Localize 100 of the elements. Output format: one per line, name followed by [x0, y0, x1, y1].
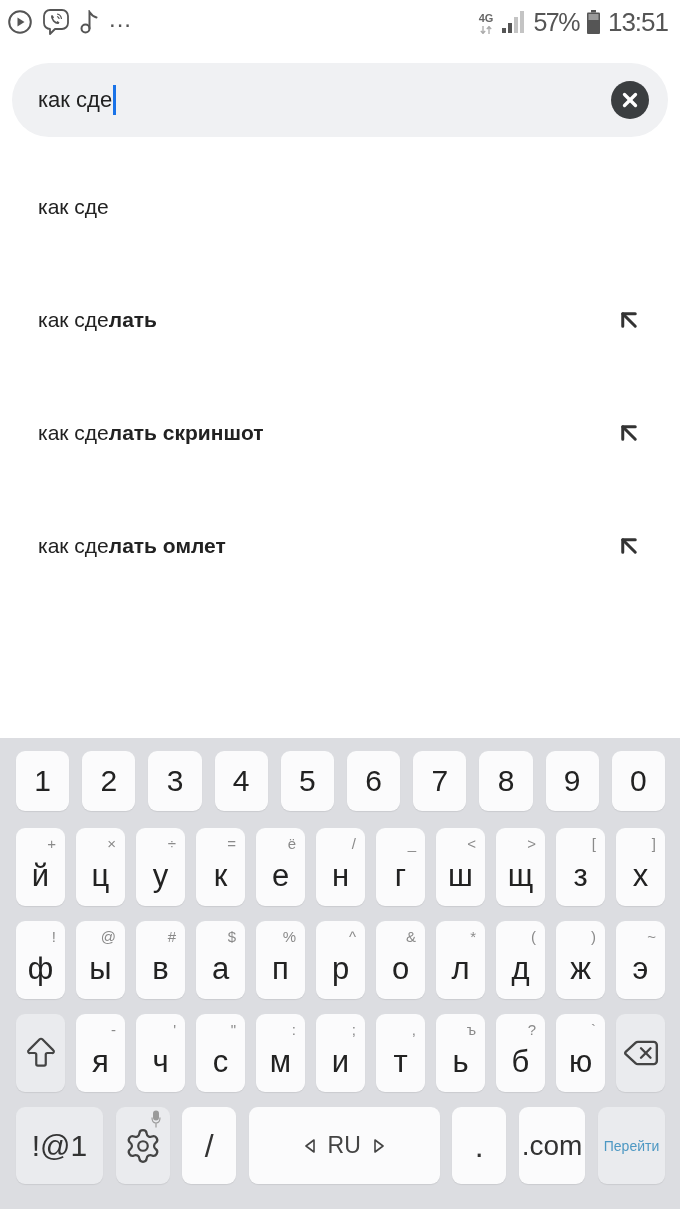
key-hint: ; [351, 1021, 356, 1039]
letter-key[interactable]: > щ [496, 828, 545, 906]
letter-key[interactable]: ? б [496, 1014, 545, 1092]
key-hint: ! [51, 928, 56, 946]
key-hint: ? [527, 1021, 536, 1039]
suggestion-text[interactable]: как сделать скриншот [38, 420, 614, 445]
key-hint: : [291, 1021, 296, 1039]
play-circle-icon [8, 10, 32, 34]
letter-key[interactable]: # в [136, 921, 185, 999]
key-hint: = [227, 835, 236, 853]
triangle-left-icon [304, 1138, 315, 1153]
key-hint: % [282, 928, 296, 946]
key-hint: ^ [348, 928, 356, 946]
number-key[interactable]: 5 [280, 751, 334, 811]
letter-key[interactable]: ё е [256, 828, 305, 906]
space-key[interactable]: RU [248, 1107, 440, 1184]
letter-key[interactable]: & о [376, 921, 425, 999]
letter-key[interactable]: ' ч [136, 1014, 185, 1092]
key-hint: # [167, 928, 176, 946]
letter-key[interactable]: $ а [196, 921, 245, 999]
key-hint: ` [591, 1021, 596, 1039]
network-type: 4G [478, 12, 494, 24]
letter-key[interactable]: * л [436, 921, 485, 999]
key-hint: - [111, 1021, 116, 1039]
number-key[interactable]: 1 [16, 751, 70, 811]
music-note-icon [80, 10, 98, 34]
clear-button[interactable] [611, 81, 649, 119]
battery-icon [586, 10, 600, 34]
signal-icon [501, 11, 526, 33]
letter-key[interactable]: _ г [376, 828, 425, 906]
letter-key[interactable]: / н [316, 828, 365, 906]
key-hint: ) [591, 928, 596, 946]
key-hint: _ [407, 835, 416, 853]
phone-bubble-icon [43, 9, 69, 35]
letter-key[interactable]: ` ю [556, 1014, 605, 1092]
symbols-key[interactable]: !@1 [16, 1107, 103, 1184]
character-key[interactable]: .com [518, 1107, 586, 1184]
letter-key[interactable]: ~ э [616, 921, 665, 999]
number-key[interactable]: 3 [148, 751, 202, 811]
letter-key[interactable]: ( д [496, 921, 545, 999]
letter-key[interactable]: ! ф [16, 921, 65, 999]
number-key[interactable]: 8 [479, 751, 533, 811]
letter-key[interactable]: × ц [76, 828, 125, 906]
key-hint: / [351, 835, 356, 853]
character-key[interactable]: . [452, 1107, 507, 1184]
search-field[interactable]: как сде [12, 63, 668, 137]
key-hint: ' [173, 1021, 176, 1039]
letter-key[interactable]: : м [256, 1014, 305, 1092]
letter-key[interactable]: ^ р [316, 921, 365, 999]
key-hint: [ [591, 835, 596, 853]
suggestion-text[interactable]: как сде [38, 194, 644, 219]
letter-key[interactable]: ъ ь [436, 1014, 485, 1092]
key-hint: ~ [647, 928, 656, 946]
microphone-icon [150, 1110, 161, 1128]
clock: 13:51 [607, 9, 668, 35]
suggestion-text[interactable]: как сделать [38, 307, 614, 332]
key-hint: ъ [466, 1021, 476, 1039]
data-arrows-icon [480, 25, 493, 34]
key-hint: ÷ [167, 835, 176, 853]
number-key[interactable]: 7 [413, 751, 467, 811]
key-hint: ] [651, 835, 656, 853]
battery-percent: 57% [533, 9, 579, 35]
letter-key[interactable]: ÷ у [136, 828, 185, 906]
letter-key[interactable]: ) ж [556, 921, 605, 999]
character-key[interactable]: / [182, 1107, 237, 1184]
suggestion-text[interactable]: как сделать омлет [38, 533, 614, 558]
key-hint: ё [287, 835, 296, 853]
key-hint: < [467, 835, 476, 853]
number-key[interactable]: 6 [347, 751, 401, 811]
number-key[interactable]: 0 [611, 751, 665, 811]
key-hint: @ [100, 928, 116, 946]
key-hint: > [527, 835, 536, 853]
letter-key[interactable]: @ ы [76, 921, 125, 999]
key-hint: + [47, 835, 56, 853]
key-hint: * [470, 928, 476, 946]
letter-key[interactable]: + й [16, 828, 65, 906]
key-hint: & [406, 928, 416, 946]
letter-key[interactable]: ] х [616, 828, 665, 906]
key-hint: ( [531, 928, 536, 946]
settings-key[interactable] [115, 1107, 170, 1184]
letter-key[interactable]: = к [196, 828, 245, 906]
triangle-right-icon [373, 1138, 384, 1153]
letter-key[interactable]: [ з [556, 828, 605, 906]
letter-key[interactable]: ; и [316, 1014, 365, 1092]
letter-key[interactable]: % п [256, 921, 305, 999]
text-cursor [113, 85, 117, 115]
letter-key[interactable]: < ш [436, 828, 485, 906]
key-hint: , [411, 1021, 416, 1039]
shift-key[interactable] [16, 1014, 65, 1092]
more-notifications: ... [109, 7, 132, 31]
letter-key[interactable]: - я [76, 1014, 125, 1092]
letter-key[interactable]: " с [196, 1014, 245, 1092]
backspace-key[interactable] [616, 1014, 665, 1092]
letter-key[interactable]: , т [376, 1014, 425, 1092]
key-hint: " [230, 1021, 236, 1039]
number-key[interactable]: 2 [82, 751, 136, 811]
number-key[interactable]: 4 [214, 751, 268, 811]
key-hint: $ [227, 928, 236, 946]
key-hint: × [107, 835, 116, 853]
number-key[interactable]: 9 [545, 751, 599, 811]
